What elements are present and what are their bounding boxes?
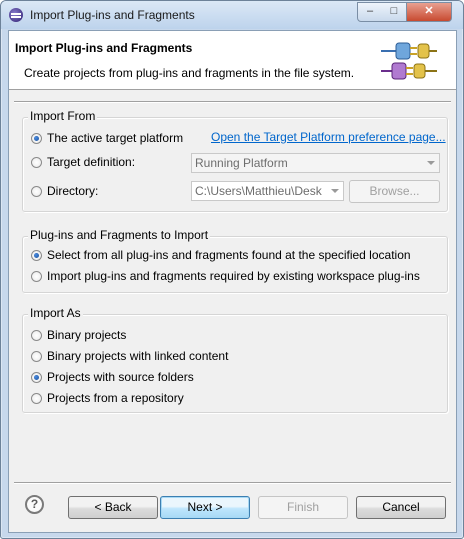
import-from-label: Import From — [28, 109, 98, 123]
plugins-to-import-label: Plug-ins and Fragments to Import — [28, 228, 211, 242]
radio-import-required-plugins[interactable]: Import plug-ins and fragments required b… — [31, 269, 420, 283]
radio-binary-linked-content[interactable]: Binary projects with linked content — [31, 349, 228, 363]
radio-label: Projects with source folders — [47, 370, 194, 384]
radio-indicator — [31, 329, 42, 341]
separator — [14, 101, 451, 103]
wizard-banner: Import Plug-ins and Fragments Create pro… — [9, 31, 456, 90]
target-definition-select[interactable]: Running Platform — [191, 153, 440, 173]
radio-label: Binary projects — [47, 328, 127, 342]
plug-connector-icon — [381, 42, 437, 80]
radio-indicator — [31, 132, 42, 144]
radio-label: Projects from a repository — [47, 391, 184, 405]
radio-indicator — [31, 185, 42, 197]
radio-indicator — [31, 270, 42, 282]
dialog-client-area: Import Plug-ins and Fragments Create pro… — [8, 30, 457, 533]
radio-binary-projects[interactable]: Binary projects — [31, 328, 126, 342]
finish-button[interactable]: Finish — [258, 496, 348, 519]
radio-projects-from-repository[interactable]: Projects from a repository — [31, 391, 184, 405]
radio-indicator — [31, 156, 42, 168]
dialog-window: Import Plug-ins and Fragments – □ ✕ Impo… — [0, 0, 464, 539]
radio-indicator — [31, 249, 42, 261]
title-bar: Import Plug-ins and Fragments – □ ✕ — [1, 1, 463, 29]
import-from-group: Import From The active target platform O… — [22, 109, 448, 212]
help-icon[interactable]: ? — [25, 495, 44, 514]
import-as-label: Import As — [28, 306, 83, 320]
chevron-down-icon — [331, 189, 339, 193]
back-button[interactable]: < Back — [68, 496, 158, 519]
radio-indicator — [31, 371, 42, 383]
eclipse-app-icon — [9, 8, 23, 22]
directory-combo[interactable]: C:\Users\Matthieu\Desk — [191, 181, 344, 201]
radio-label: Select from all plug-ins and fragments f… — [47, 248, 411, 262]
import-as-group: Import As Binary projects Binary project… — [22, 306, 448, 413]
radio-label: The active target platform — [47, 131, 184, 145]
radio-label: Binary projects with linked content — [47, 349, 229, 363]
window-title: Import Plug-ins and Fragments — [30, 8, 195, 22]
plugins-to-import-group: Plug-ins and Fragments to Import Select … — [22, 228, 448, 293]
radio-directory[interactable]: Directory: — [31, 184, 98, 198]
radio-label: Directory: — [47, 184, 99, 198]
radio-indicator — [31, 392, 42, 404]
radio-active-target-platform[interactable]: The active target platform — [31, 131, 183, 145]
browse-button[interactable]: Browse... — [349, 180, 440, 203]
radio-select-all-plugins[interactable]: Select from all plug-ins and fragments f… — [31, 248, 411, 262]
radio-indicator — [31, 350, 42, 362]
directory-value: C:\Users\Matthieu\Desk — [195, 184, 322, 198]
close-button[interactable]: ✕ — [407, 2, 452, 22]
target-platform-preference-link[interactable]: Open the Target Platform preference page… — [211, 130, 446, 144]
radio-label: Import plug-ins and fragments required b… — [47, 269, 420, 283]
next-button[interactable]: Next > — [160, 496, 250, 519]
radio-projects-source-folders[interactable]: Projects with source folders — [31, 370, 194, 384]
radio-label: Target definition: — [47, 155, 136, 169]
chevron-down-icon — [427, 161, 435, 165]
radio-target-definition[interactable]: Target definition: — [31, 155, 135, 169]
target-definition-value: Running Platform — [195, 156, 288, 170]
maximize-button[interactable]: □ — [382, 2, 407, 22]
cancel-button[interactable]: Cancel — [356, 496, 446, 519]
minimize-button[interactable]: – — [357, 2, 383, 22]
separator — [14, 482, 451, 484]
banner-description: Create projects from plug-ins and fragme… — [24, 66, 355, 80]
banner-title: Import Plug-ins and Fragments — [15, 41, 193, 55]
